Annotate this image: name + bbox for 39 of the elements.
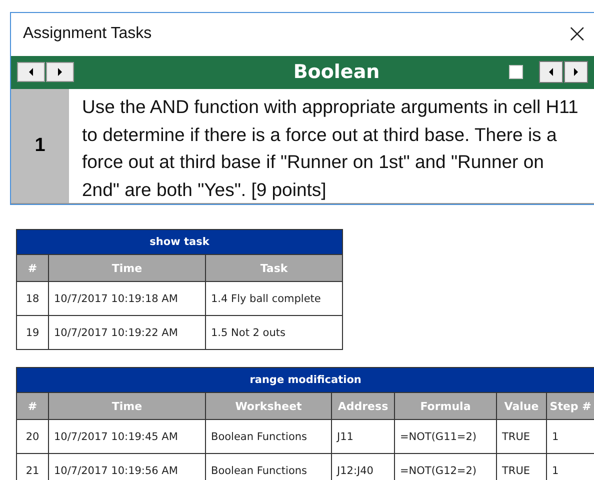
checkbox[interactable] xyxy=(509,65,523,80)
column-header: # xyxy=(16,254,48,282)
table-title: range modification xyxy=(16,368,594,392)
task-description: Use the AND function with appropriate arguments in cell H11 to determine if there is a force out at third base. There is a force out at third base if "Runner on 1st" and "Runner on 2nd" are both "Yes". [9 points] xyxy=(81,95,580,202)
column-header: Address xyxy=(332,392,394,420)
table-cell: 19 xyxy=(16,316,48,350)
left-triangle-icon xyxy=(27,67,35,78)
column-header: Formula xyxy=(394,392,496,420)
table-cell: 10/7/2017 10:19:22 AM xyxy=(48,316,206,350)
table-cell: 1.5 Not 2 outs xyxy=(206,316,342,350)
table-cell: 20 xyxy=(16,420,48,454)
table-cell: Boolean Functions xyxy=(206,420,332,454)
right-triangle-icon xyxy=(56,67,64,78)
table-cell: =NOT(G11=2) xyxy=(394,420,496,454)
table-cell: 10/7/2017 10:19:18 AM xyxy=(48,282,206,316)
next-button[interactable] xyxy=(564,61,588,84)
left-triangle-icon xyxy=(547,67,555,78)
close-button[interactable]: × xyxy=(560,21,594,48)
column-header: Worksheet xyxy=(206,392,332,420)
window-title: Assignment Tasks xyxy=(23,25,152,44)
table-title: show task xyxy=(16,230,342,254)
column-header: Time xyxy=(48,254,206,282)
table-cell: J11 xyxy=(332,420,394,454)
column-header: Task xyxy=(206,254,342,282)
table-cell: TRUE xyxy=(496,420,546,454)
column-header: # xyxy=(16,392,48,420)
table-cell: 1.4 Fly ball complete xyxy=(206,282,342,316)
table-cell: 21 xyxy=(16,454,48,480)
category-title: Boolean xyxy=(292,61,381,84)
column-header: Value xyxy=(496,392,546,420)
task-number: 1 xyxy=(11,89,69,203)
next-button[interactable] xyxy=(46,62,74,82)
column-header: Step # xyxy=(546,392,594,420)
table-cell: 18 xyxy=(16,282,48,316)
right-triangle-icon xyxy=(572,67,580,78)
table-cell: 10/7/2017 10:19:45 AM xyxy=(48,420,206,454)
previous-button[interactable] xyxy=(539,61,563,84)
previous-button[interactable] xyxy=(17,62,45,82)
column-header: Time xyxy=(48,392,206,420)
